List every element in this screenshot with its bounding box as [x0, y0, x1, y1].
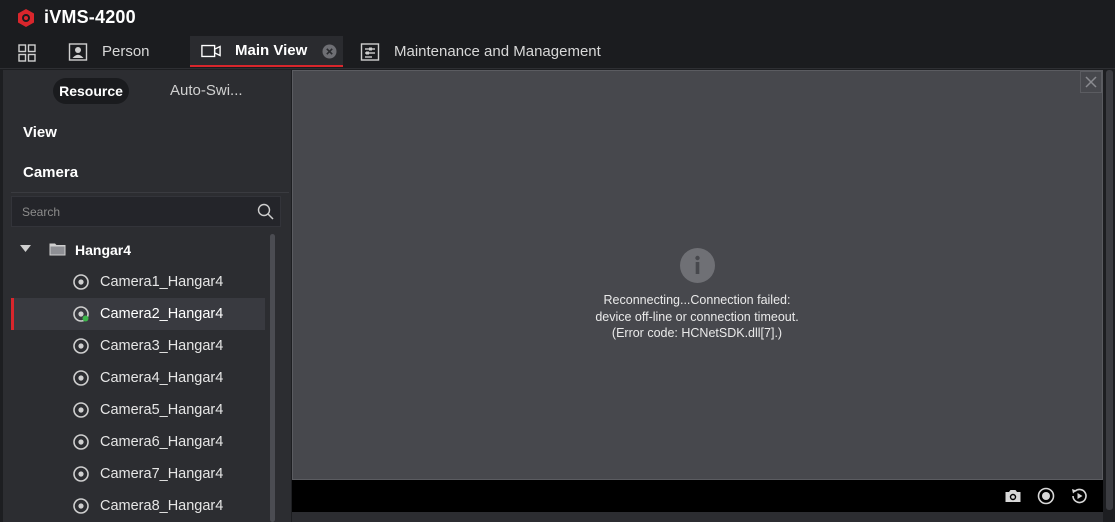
- grid-icon[interactable]: [18, 44, 36, 62]
- person-icon: [68, 42, 88, 61]
- camera-icon: [73, 434, 89, 450]
- resource-panel: Resource Auto-Swi... View Camera Hangar4…: [3, 70, 291, 522]
- tree-camera-item[interactable]: Camera8_Hangar4: [11, 490, 265, 522]
- folder-icon: [49, 243, 66, 256]
- record-icon[interactable]: [1037, 487, 1055, 505]
- tree-camera-item[interactable]: Camera6_Hangar4: [11, 426, 265, 458]
- search-icon[interactable]: [257, 203, 274, 220]
- tree-group-hangar4[interactable]: Hangar4: [3, 234, 269, 266]
- camera-icon: [73, 402, 89, 418]
- title-bar: iVMS-4200: [0, 0, 1115, 36]
- divider: [11, 192, 289, 193]
- camera-label: Camera4_Hangar4: [100, 370, 224, 386]
- error-line: device off-line or connection timeout.: [595, 309, 799, 324]
- panel-subtabs: Resource Auto-Swi...: [3, 70, 291, 112]
- search-input[interactable]: [12, 197, 252, 226]
- camera-icon: [73, 274, 89, 290]
- error-line: Reconnecting...Connection failed:: [603, 293, 791, 307]
- camera-icon: [73, 498, 89, 514]
- camera-label: Camera5_Hangar4: [100, 402, 224, 418]
- camera-label: Camera3_Hangar4: [100, 338, 224, 354]
- info-icon: [680, 248, 715, 283]
- tab-main-view-label: Main View: [235, 42, 308, 59]
- camera-icon: [73, 306, 89, 322]
- camera-label: Camera2_Hangar4: [100, 306, 224, 322]
- tab-maintenance-label: Maintenance and Management: [394, 43, 601, 60]
- tree-camera-item[interactable]: Camera4_Hangar4: [11, 362, 265, 394]
- error-line: (Error code: HCNetSDK.dll[7].): [611, 326, 783, 340]
- tree-camera-item[interactable]: Camera5_Hangar4: [11, 394, 265, 426]
- tree-scrollbar[interactable]: [270, 234, 275, 522]
- tree-camera-item[interactable]: Camera3_Hangar4: [11, 330, 265, 362]
- tree-camera-item[interactable]: Camera1_Hangar4: [11, 266, 265, 298]
- tab-main-view[interactable]: Main View: [190, 36, 343, 67]
- camera-icon: [73, 370, 89, 386]
- module-tab-bar: Person Main View Maintenance and Managem…: [0, 36, 1115, 69]
- subtab-resource[interactable]: Resource: [53, 78, 129, 104]
- snapshot-icon[interactable]: [1004, 487, 1022, 505]
- hikvision-logo: [18, 9, 34, 27]
- tree-group-label: Hangar4: [75, 242, 132, 258]
- tree-camera-item-selected[interactable]: Camera2_Hangar4: [11, 298, 265, 330]
- camera-icon: [73, 466, 89, 482]
- bottom-strip: [292, 512, 1103, 522]
- subtab-auto-switch[interactable]: Auto-Swi...: [170, 78, 243, 104]
- tree-camera-item[interactable]: Camera7_Hangar4: [11, 458, 265, 490]
- tab-person[interactable]: Person: [68, 36, 150, 67]
- playback-icon[interactable]: [1070, 487, 1088, 505]
- camera-label: Camera8_Hangar4: [100, 498, 224, 514]
- app-title: iVMS-4200: [44, 7, 136, 27]
- section-view[interactable]: View: [23, 124, 57, 141]
- camera-tab-icon: [201, 44, 221, 57]
- camera-label: Camera7_Hangar4: [100, 466, 224, 482]
- search-box: [11, 196, 281, 227]
- right-scrollbar[interactable]: [1106, 70, 1113, 510]
- chevron-down-icon[interactable]: [20, 245, 31, 253]
- close-icon[interactable]: [1080, 71, 1102, 93]
- tab-person-label: Person: [102, 43, 150, 60]
- video-toolbar: [292, 480, 1103, 512]
- close-icon[interactable]: [322, 44, 337, 59]
- camera-label: Camera6_Hangar4: [100, 434, 224, 450]
- tab-maintenance[interactable]: Maintenance and Management: [360, 36, 601, 67]
- connection-error-message: Reconnecting...Connection failed: device…: [552, 292, 842, 342]
- camera-label: Camera1_Hangar4: [100, 274, 224, 290]
- section-camera[interactable]: Camera: [23, 164, 78, 181]
- maintenance-icon: [360, 42, 380, 61]
- right-scroll-track: [1103, 70, 1115, 522]
- camera-icon: [73, 338, 89, 354]
